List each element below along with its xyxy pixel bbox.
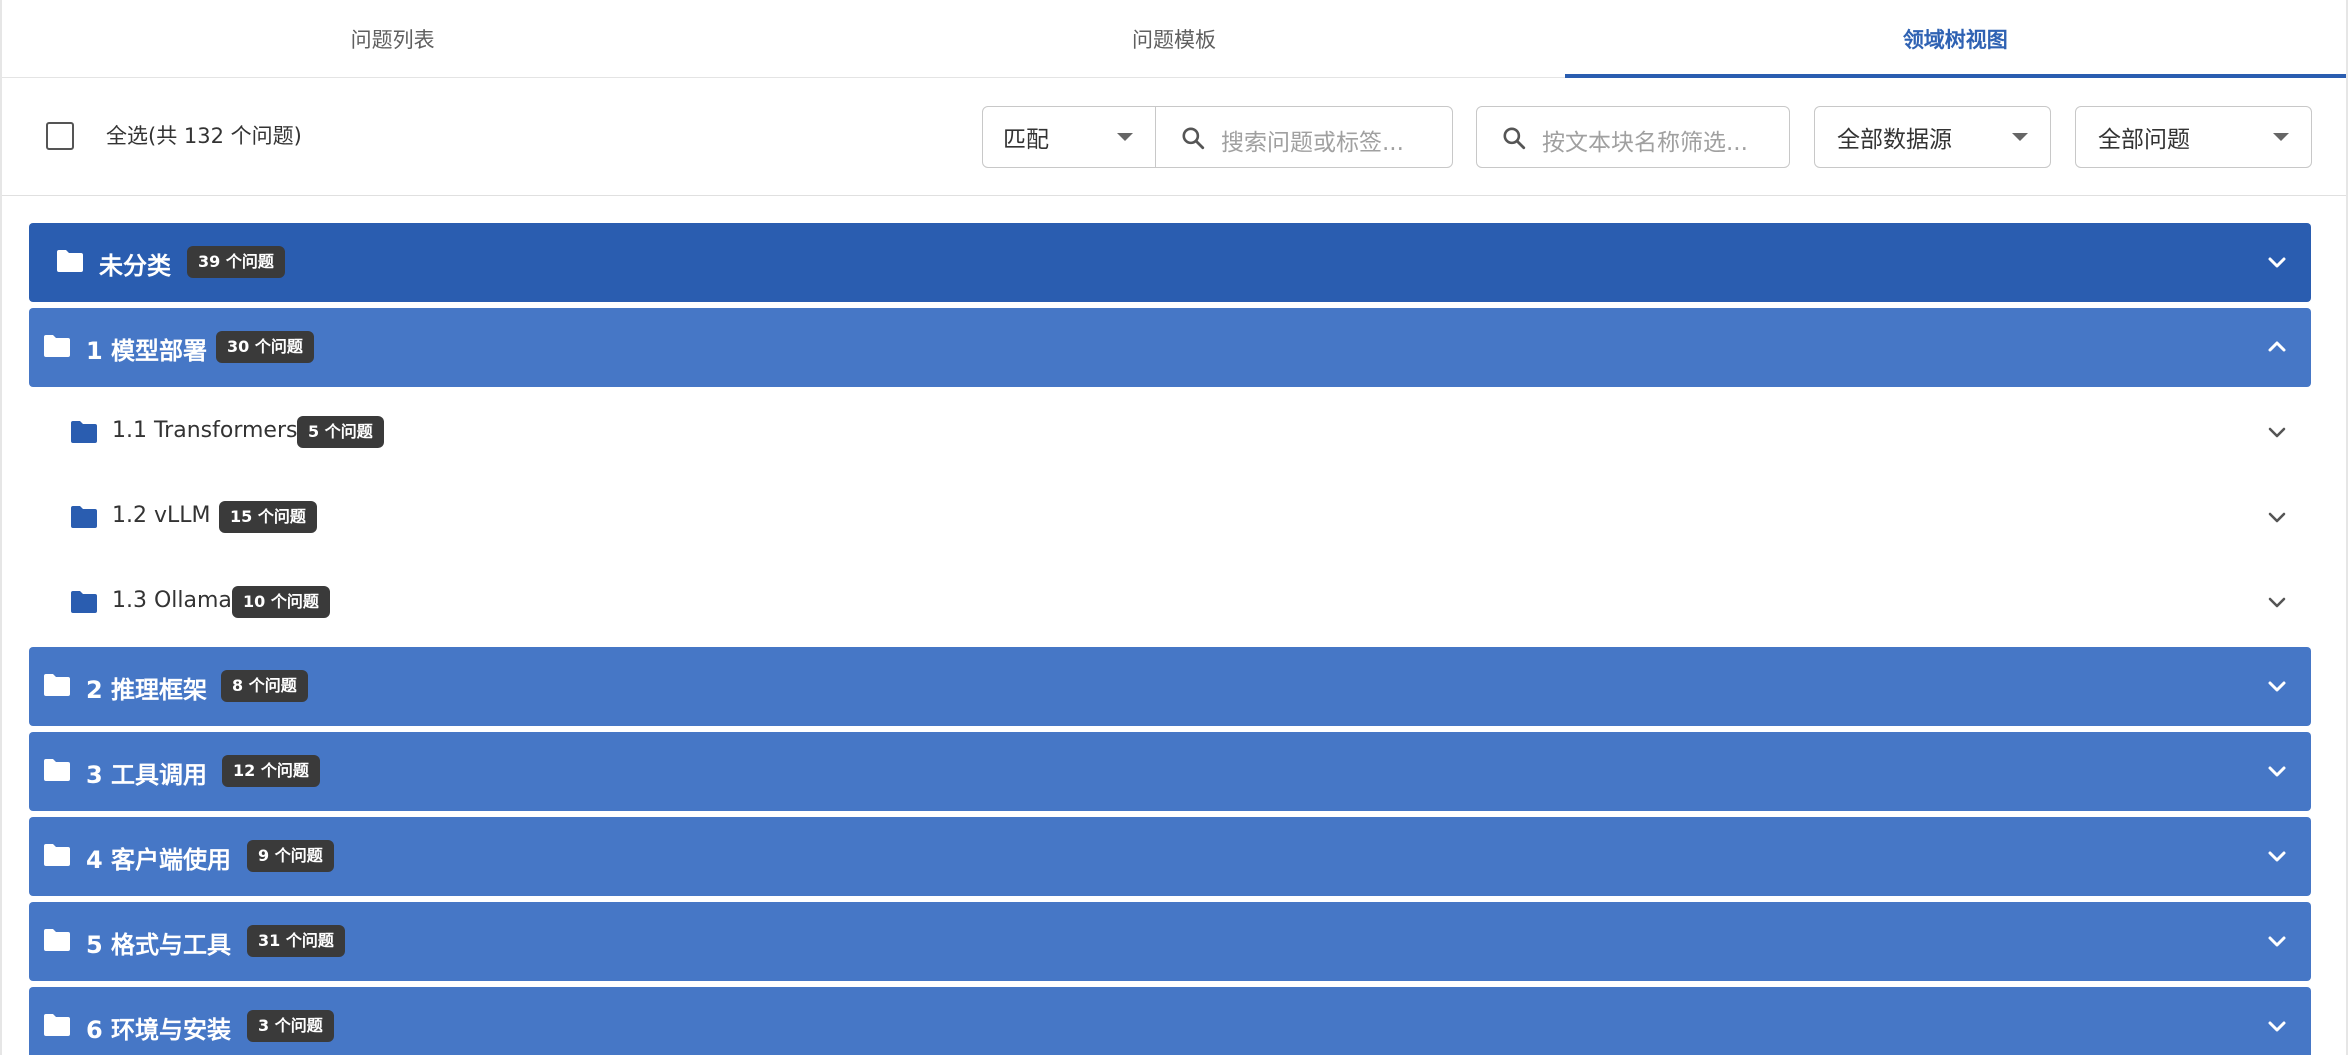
tree-node-domain-1-1[interactable]: 1.1 Transformers 5 个问题 xyxy=(29,393,2311,472)
tab-question-list[interactable]: 问题列表 xyxy=(2,0,783,77)
data-source-select[interactable]: 全部数据源 xyxy=(1814,106,2051,168)
folder-icon xyxy=(71,591,97,613)
chevron-down-icon[interactable] xyxy=(2265,1014,2289,1038)
folder-icon xyxy=(44,759,70,781)
tree-node-title: 1.3 Ollama xyxy=(112,588,232,613)
tree-node-title: 3 工具调用 xyxy=(86,761,208,789)
select-all-checkbox[interactable] xyxy=(46,122,74,150)
tree-node-uncategorized[interactable]: 未分类 39 个问题 xyxy=(29,223,2311,302)
search-icon xyxy=(1503,127,1526,150)
question-count-badge: 30 个问题 xyxy=(216,331,314,363)
chevron-down-icon[interactable] xyxy=(2265,674,2289,698)
search-placeholder: 搜索问题或标签... xyxy=(1221,130,1404,156)
view-tabs: 问题列表 问题模板 领域树视图 xyxy=(2,0,2347,78)
chunk-filter-input[interactable]: 按文本块名称筛选... xyxy=(1476,106,1790,168)
question-count-badge: 12 个问题 xyxy=(222,755,320,787)
question-filter-value: 全部问题 xyxy=(2098,127,2190,153)
tree-node-title: 未分类 xyxy=(99,252,171,280)
tree-node-title: 5 格式与工具 xyxy=(86,931,232,959)
search-input[interactable]: 搜索问题或标签... xyxy=(1155,106,1453,168)
domain-tree: 未分类 39 个问题 1 模型部署 30 个问题 1.1 Transformer… xyxy=(2,197,2346,1055)
question-count-badge: 5 个问题 xyxy=(297,416,384,448)
folder-icon xyxy=(44,1014,70,1036)
app-window: 问题列表 问题模板 领域树视图 全选(共 132 个问题) 匹配 搜索问题或标签… xyxy=(0,0,2348,1055)
chevron-down-icon[interactable] xyxy=(2265,420,2289,444)
tab-question-template[interactable]: 问题模板 xyxy=(783,0,1564,77)
match-mode-select[interactable]: 匹配 xyxy=(982,106,1156,168)
folder-icon xyxy=(71,421,97,443)
tree-node-domain-1-2[interactable]: 1.2 vLLM 15 个问题 xyxy=(29,478,2311,557)
folder-icon xyxy=(57,250,83,272)
search-icon xyxy=(1182,127,1205,150)
tree-node-domain-1[interactable]: 1 模型部署 30 个问题 xyxy=(29,308,2311,387)
toolbar: 全选(共 132 个问题) 匹配 搜索问题或标签... 按文本块名称筛选... … xyxy=(2,78,2346,196)
data-source-value: 全部数据源 xyxy=(1837,127,1952,153)
match-mode-value: 匹配 xyxy=(1003,127,1049,153)
question-count-badge: 10 个问题 xyxy=(232,586,330,618)
caret-down-icon xyxy=(2012,133,2028,141)
tree-node-domain-2[interactable]: 2 推理框架 8 个问题 xyxy=(29,647,2311,726)
question-count-badge: 15 个问题 xyxy=(219,501,317,533)
chevron-down-icon[interactable] xyxy=(2265,929,2289,953)
question-filter-select[interactable]: 全部问题 xyxy=(2075,106,2312,168)
chevron-down-icon[interactable] xyxy=(2265,590,2289,614)
tab-domain-tree[interactable]: 领域树视图 xyxy=(1564,0,2347,78)
select-all-label: 全选(共 132 个问题) xyxy=(106,124,302,148)
chunk-filter-placeholder: 按文本块名称筛选... xyxy=(1542,130,1748,156)
chevron-down-icon[interactable] xyxy=(2265,759,2289,783)
chevron-down-icon[interactable] xyxy=(2265,844,2289,868)
caret-down-icon xyxy=(1117,133,1133,141)
tree-node-domain-1-3[interactable]: 1.3 Ollama 10 个问题 xyxy=(29,563,2311,642)
tree-node-title: 1 模型部署 xyxy=(86,337,208,365)
chevron-down-icon[interactable] xyxy=(2265,250,2289,274)
tree-node-title: 4 客户端使用 xyxy=(86,846,232,874)
tree-node-domain-6[interactable]: 6 环境与安装 3 个问题 xyxy=(29,987,2311,1055)
question-count-badge: 39 个问题 xyxy=(187,246,285,278)
caret-down-icon xyxy=(2273,133,2289,141)
tree-node-domain-3[interactable]: 3 工具调用 12 个问题 xyxy=(29,732,2311,811)
folder-icon xyxy=(44,844,70,866)
tree-node-title: 2 推理框架 xyxy=(86,676,208,704)
chevron-down-icon[interactable] xyxy=(2265,505,2289,529)
tree-node-title: 1.2 vLLM xyxy=(112,503,211,528)
folder-icon xyxy=(71,506,97,528)
tree-node-title: 6 环境与安装 xyxy=(86,1016,232,1044)
tree-node-domain-5[interactable]: 5 格式与工具 31 个问题 xyxy=(29,902,2311,981)
question-count-badge: 8 个问题 xyxy=(221,670,308,702)
folder-icon xyxy=(44,674,70,696)
tree-node-title: 1.1 Transformers xyxy=(112,418,298,443)
question-count-badge: 3 个问题 xyxy=(247,1010,334,1042)
question-count-badge: 31 个问题 xyxy=(247,925,345,957)
folder-icon xyxy=(44,929,70,951)
question-count-badge: 9 个问题 xyxy=(247,840,334,872)
folder-icon xyxy=(44,335,70,357)
tree-node-domain-4[interactable]: 4 客户端使用 9 个问题 xyxy=(29,817,2311,896)
chevron-up-icon[interactable] xyxy=(2265,335,2289,359)
